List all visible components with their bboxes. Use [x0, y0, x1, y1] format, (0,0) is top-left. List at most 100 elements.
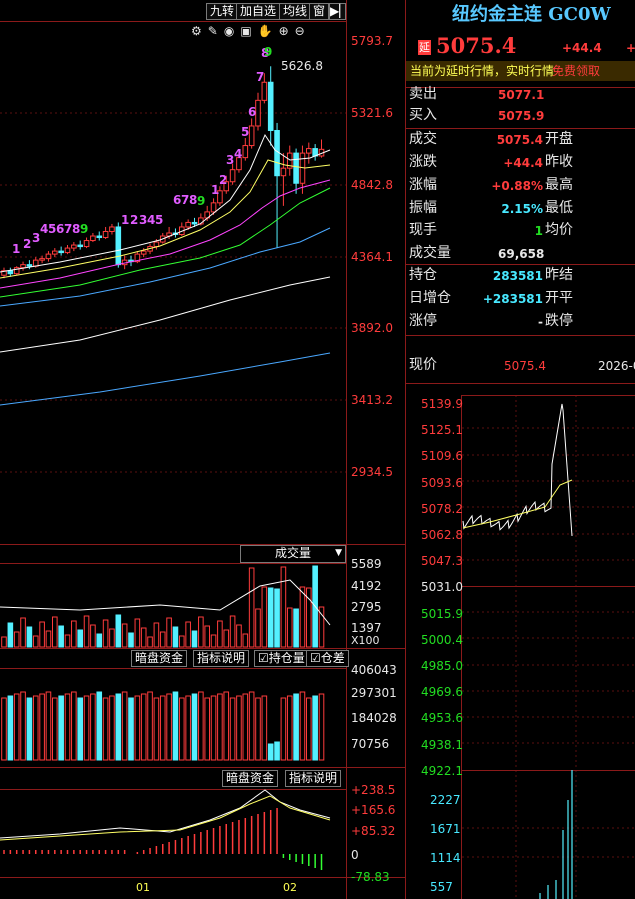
open-interest-bar — [242, 693, 249, 761]
zoom-out-icon[interactable]: ⊖ — [295, 24, 311, 38]
volume-bar — [147, 636, 153, 648]
volume-bar — [96, 633, 103, 648]
open-interest-bar — [312, 695, 318, 761]
volume-bar — [64, 634, 71, 648]
add-watchlist-button[interactable]: 加自选 — [236, 3, 281, 20]
macd-axis-label: +238.5 — [351, 783, 396, 797]
volume-bar — [210, 634, 217, 648]
intraday-price-label: 5139.9 — [421, 397, 463, 411]
nine-turn-button[interactable]: 九转 — [206, 3, 239, 20]
current-price-label: 现价 — [409, 357, 437, 373]
volume-bar — [109, 628, 115, 648]
intraday-price-label: 5015.9 — [421, 606, 463, 621]
nine-turn-count: 6 — [248, 105, 257, 119]
open-interest-bar — [236, 695, 242, 761]
macd-axis-label: +85.32 — [351, 824, 396, 838]
open-interest-axis-label: 70756 — [351, 737, 390, 751]
candle-body — [32, 259, 39, 267]
open-interest-bar — [58, 695, 64, 761]
nine-turn-count: 1 — [121, 213, 130, 227]
ma-line-10 — [0, 159, 331, 279]
free-realtime-link[interactable]: 免费领取 — [552, 65, 600, 77]
volume-bar — [293, 608, 299, 648]
volume-axis-label: 4192 — [351, 579, 382, 593]
volume-bar — [280, 566, 287, 648]
quote-row-value: +283581 — [482, 292, 543, 306]
volume-bar — [77, 629, 84, 648]
open-interest-bar — [248, 691, 255, 761]
nine-turn-count: 5 — [241, 125, 250, 139]
volume-bar — [267, 587, 274, 648]
open-interest-checkbox[interactable]: ☑持仓量 — [254, 650, 309, 667]
price-change-pct: + — [626, 41, 635, 55]
nine-turn-count: 9 — [80, 222, 89, 236]
open-interest-bar — [1, 697, 7, 761]
ma-line-5 — [0, 133, 331, 273]
volume-bar — [45, 630, 52, 648]
intraday-price-label: 5109.6 — [421, 449, 463, 464]
open-interest-bar — [109, 695, 115, 761]
nine-turn-count: 7 — [256, 70, 265, 84]
buy-label: 买入 — [409, 107, 437, 123]
candle-body — [64, 247, 71, 254]
candle-body — [7, 270, 14, 275]
nine-turn-count: 2 — [130, 213, 139, 227]
eye-icon[interactable]: ◉ — [224, 24, 240, 38]
window-button[interactable]: 窗 — [309, 3, 330, 20]
candle-body — [71, 244, 77, 249]
open-interest-bar — [223, 691, 230, 761]
box-icon[interactable]: ▣ — [240, 24, 257, 38]
open-interest-axis-label: 297301 — [351, 686, 397, 700]
macd-axis-label: +165.6 — [351, 803, 396, 817]
collapse-panel-button[interactable]: ▶▏ — [329, 3, 348, 20]
candle-body — [306, 148, 312, 154]
volume-bar — [153, 622, 160, 648]
volume-bar — [39, 621, 45, 648]
zoom-in-icon[interactable]: ⊕ — [279, 24, 295, 38]
macd-indicator-help-button[interactable]: 指标说明 — [285, 770, 342, 787]
open-interest-bar — [172, 691, 179, 761]
candle-body — [248, 125, 255, 147]
open-interest-bar — [217, 693, 223, 761]
pen-icon[interactable]: ✎ — [208, 24, 224, 38]
volume-bar — [121, 623, 128, 648]
candle-body — [267, 81, 274, 131]
intraday-price-label: 4985.0 — [421, 659, 463, 673]
quote-row-value: 1 — [534, 224, 543, 238]
indicator-help-button[interactable]: 指标说明 — [193, 650, 250, 667]
high-price-label: 5626.8 — [281, 59, 323, 73]
checkbox-checked-icon: ☑ — [310, 651, 321, 665]
buy-price: 5075.9 — [498, 109, 545, 123]
kline-axis-label: 4364.1 — [351, 250, 393, 264]
volume-bar — [90, 624, 96, 648]
moving-average-button[interactable]: 均线 — [279, 3, 312, 20]
candle-body — [96, 235, 103, 239]
nine-turn-count: 4 — [234, 147, 243, 161]
hand-icon[interactable]: ✋ — [258, 24, 279, 38]
open-interest-bar — [159, 695, 166, 761]
volume-bar — [1, 636, 7, 648]
open-interest-bar — [166, 693, 172, 761]
intraday-price-label: 4969.6 — [421, 685, 463, 700]
open-interest-bar — [286, 695, 293, 761]
volume-bar — [32, 635, 39, 648]
quote-row-label-secondary: 开盘 — [545, 131, 573, 147]
open-interest-bar — [32, 695, 39, 761]
gear-icon[interactable]: ⚙ — [191, 24, 208, 38]
kline-axis-label: 5793.7 — [351, 34, 393, 48]
macd-dark-pool-button[interactable]: 暗盘资金 — [222, 770, 279, 787]
open-interest-bar — [255, 697, 261, 761]
macd-axis-label: -78.83 — [351, 870, 390, 884]
quote-row-value: +0.88% — [491, 179, 543, 193]
intraday-price-label: 5078.2 — [421, 501, 463, 516]
open-interest-bar — [299, 691, 306, 761]
quote-row-label: 成交量 — [409, 245, 451, 261]
quote-row-value: - — [538, 315, 543, 329]
position-diff-checkbox[interactable]: ☑仓差 — [306, 650, 349, 667]
volume-bar — [255, 608, 261, 648]
dark-pool-fund-button[interactable]: 暗盘资金 — [131, 650, 188, 667]
intraday-volume-label: 1114 — [430, 851, 461, 865]
volume-indicator-select[interactable]: 成交量 ▼ — [240, 545, 346, 563]
candle-body — [20, 264, 26, 269]
volume-bar — [166, 617, 172, 648]
